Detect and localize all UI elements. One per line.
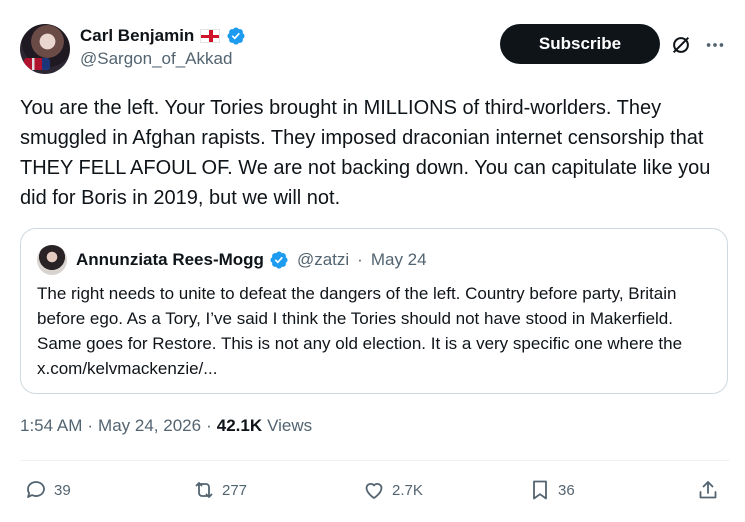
author-handle[interactable]: @Sargon_of_Akkad: [80, 49, 246, 69]
author-display-name-row[interactable]: Carl Benjamin: [80, 26, 246, 46]
tweet-date[interactable]: May 24, 2026: [98, 416, 201, 436]
author-names: Carl Benjamin @Sargon_of_Akkad: [80, 26, 246, 69]
reply-button[interactable]: 39: [24, 473, 71, 507]
share-icon: [699, 481, 717, 499]
quoted-author-name[interactable]: Annunziata Rees-Mogg: [76, 250, 264, 270]
bookmark-button[interactable]: 36: [528, 473, 575, 507]
like-button[interactable]: 2.7K: [362, 473, 423, 507]
grok-icon[interactable]: [670, 34, 692, 56]
tweet-timestamp: 1:54 AM · May 24, 2026 · 42.1K Views: [20, 416, 312, 436]
more-options-icon[interactable]: [704, 34, 726, 56]
divider: [20, 460, 730, 461]
bookmark-icon: [533, 480, 547, 500]
repost-button[interactable]: 277: [192, 473, 247, 507]
quoted-date[interactable]: May 24: [371, 250, 427, 270]
tweet-text: You are the left. Your Tories brought in…: [20, 97, 711, 209]
verified-badge-icon: [270, 251, 288, 269]
timestamp-separator: ·: [87, 416, 94, 435]
share-button[interactable]: [696, 473, 720, 507]
quoted-author-avatar[interactable]: [37, 245, 67, 275]
reply-icon: [27, 481, 45, 498]
repost-icon: [195, 482, 213, 498]
quoted-tweet[interactable]: Annunziata Rees-Mogg @zatzi · May 24 The…: [20, 228, 728, 394]
views-label: Views: [267, 416, 313, 435]
quoted-meta-separator: ·: [357, 250, 363, 269]
bookmark-count: 36: [558, 481, 575, 499]
views-count[interactable]: 42.1K: [217, 416, 262, 436]
author-display-name[interactable]: Carl Benjamin: [80, 26, 194, 46]
quoted-author-handle[interactable]: @zatzi: [297, 250, 349, 270]
quoted-tweet-text: The right needs to unite to defeat the d…: [37, 284, 683, 378]
england-flag-icon: [200, 29, 221, 43]
verified-badge-icon: [227, 27, 245, 45]
quoted-tweet-header: Annunziata Rees-Mogg @zatzi · May 24: [37, 245, 427, 275]
tweet-time[interactable]: 1:54 AM: [20, 416, 82, 436]
heart-icon: [365, 483, 383, 499]
tweet-header: Carl Benjamin @Sargon_of_Akkad Subscribe: [20, 22, 730, 76]
subscribe-button[interactable]: Subscribe: [500, 24, 660, 64]
author-avatar[interactable]: [20, 24, 70, 74]
reply-count: 39: [54, 481, 71, 499]
action-bar: 39 277 2.7K 36: [20, 473, 730, 507]
like-count: 2.7K: [392, 481, 423, 499]
repost-count: 277: [222, 481, 248, 499]
timestamp-separator: ·: [206, 416, 212, 435]
